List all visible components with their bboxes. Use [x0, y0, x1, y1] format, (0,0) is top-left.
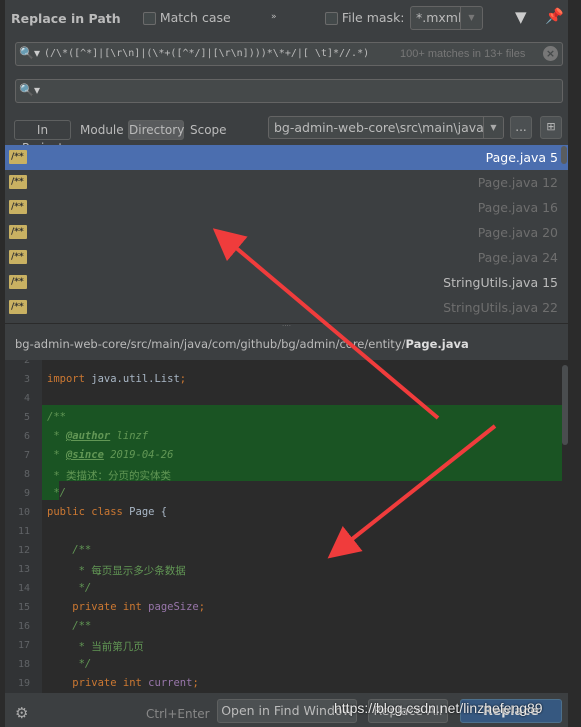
arrow-to-code [327, 424, 497, 559]
watermark: https://blog.csdn.net/linzhefeng89 [334, 700, 543, 716]
arrow-to-results [212, 228, 440, 420]
annotation-arrows [212, 228, 497, 559]
